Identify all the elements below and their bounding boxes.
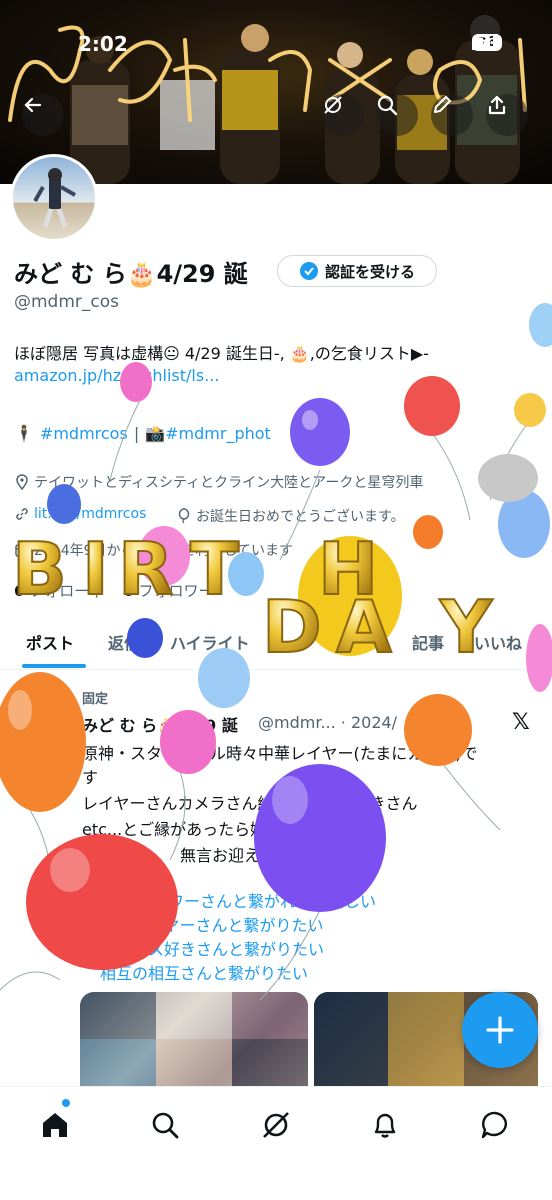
tab-replies[interactable]: 返信 <box>108 630 140 654</box>
follow-counts[interactable]: 6 フォロー中 6 フォロワー <box>14 580 214 601</box>
tab-posts[interactable]: ポスト <box>26 630 74 654</box>
tweet-text-line: 無言お迎えすみません <box>180 846 340 865</box>
balloon-icon <box>178 508 190 524</box>
joined-text: 2014年9月からTwitterを利用しています <box>34 543 294 559</box>
share-button[interactable] <box>486 94 528 136</box>
status-indicators: 76 <box>471 34 502 51</box>
birthday-text: お誕生日おめでとうございます。 <box>196 509 405 525</box>
active-tab-indicator <box>22 664 86 668</box>
tweet-hashtag-line[interactable]: フォロワーさんと繋がれたら嬉しい <box>120 888 376 912</box>
bell-icon <box>374 1113 396 1138</box>
tweet-text-line: etc...とご縁があったら嬉しいです✨ <box>82 820 350 839</box>
followers-count: 6 <box>123 582 134 600</box>
tab-articles[interactable]: 記事 <box>412 630 444 654</box>
home-notification-dot <box>62 1099 70 1107</box>
balloon <box>290 398 350 466</box>
nav-notifications[interactable] <box>365 1105 405 1145</box>
location-text: テイワットとディスシティとクライン大陸とアークと星穹列車 <box>34 475 424 491</box>
profile-tabs: ポスト 返信 ハイライト 記事 いいね <box>0 618 552 670</box>
foil-letter-h: H <box>318 527 378 611</box>
share-icon <box>488 95 506 115</box>
tweet-handle-date: @mdmr... · 2024/ <box>258 713 398 732</box>
grok-icon <box>263 1112 289 1138</box>
hashtag-link[interactable]: #mdmrcos <box>40 424 128 443</box>
back-arrow-icon <box>24 97 42 113</box>
media-collage <box>80 992 308 1086</box>
verified-badge-icon <box>299 262 318 280</box>
bio-text: ほぼ隠居 写真は虚構😐 4/29 誕生日-, 🎂,の乞食リスト▶- <box>14 344 429 363</box>
status-time: 2:02 <box>78 32 128 56</box>
wifi-icon <box>472 34 492 50</box>
compose-post-button[interactable] <box>462 992 538 1068</box>
tweet-text-line: す <box>82 768 99 787</box>
tweet-hashtag-line[interactable]: 相互の相互さんと繋がりたい <box>100 960 308 984</box>
bio-wishlist-link[interactable]: amazon.jp/hz/wishlist/ls... <box>14 366 219 385</box>
back-button[interactable] <box>22 94 64 136</box>
following-label: フォロー中 <box>29 582 105 600</box>
tweet-author-name[interactable]: みど む ら🎂4/29 誕 <box>82 712 238 736</box>
banner-photo <box>8 15 527 184</box>
bottom-navigation <box>0 1086 552 1200</box>
home-icon <box>43 1113 67 1137</box>
profile-banner[interactable]: 2:02 76 <box>0 0 552 184</box>
grok-button[interactable] <box>322 94 364 136</box>
profile-joined: 2014年9月からTwitterを利用しています <box>14 540 293 560</box>
tweet-text-line: レイヤーさんカメラさん絵描きさん字書きさん <box>82 794 418 813</box>
nav-messages[interactable] <box>475 1105 515 1145</box>
person-icon: 🕴 <box>14 424 34 443</box>
followers-label: フォロワー <box>138 582 214 600</box>
tag-separator: | <box>133 424 140 443</box>
link-icon <box>16 508 28 520</box>
pencil-icon <box>434 96 451 113</box>
search-button[interactable] <box>376 94 418 136</box>
get-verified-label: 認証を受ける <box>324 262 415 281</box>
profile-avatar[interactable] <box>10 154 98 242</box>
tweet-avatar[interactable] <box>14 688 68 742</box>
profile-birthday: お誕生日おめでとうございます。 <box>176 506 405 526</box>
following-count: 6 <box>14 582 25 600</box>
profile-name: みど む ら🎂4/29 誕 <box>14 260 248 288</box>
profile-location: テイワットとディスシティとクライン大陸とアークと星穹列車 <box>14 472 423 492</box>
bio-tags: 🕴 #mdmrcos | 📸#mdmr_phot <box>14 424 271 443</box>
calendar-icon <box>15 544 29 557</box>
nav-home[interactable] <box>35 1105 75 1145</box>
tweet-hashtag-line[interactable]: 中華コス好きさんと繋がりたい <box>100 936 324 960</box>
profile-handle: @mdmr_cos <box>14 292 120 312</box>
edit-button[interactable] <box>431 94 473 136</box>
avatar-photo <box>33 168 76 228</box>
search-icon <box>377 95 398 116</box>
plus-icon <box>486 1016 514 1044</box>
tweet-text-line: 原神・スターレイル時々中華レイヤー(たまにカメラ)で <box>82 744 478 763</box>
search-icon <box>152 1112 179 1139</box>
get-verified-button[interactable]: 認証を受ける <box>277 255 437 287</box>
nav-search[interactable] <box>145 1105 185 1145</box>
profile-link[interactable]: lit.link/mdmrcos <box>14 506 146 522</box>
tweet-media-image[interactable] <box>80 992 308 1086</box>
tweet-hashtag-line[interactable]: 原神レイヤーさんと繋がりたい <box>100 912 324 936</box>
message-icon <box>481 1111 507 1139</box>
link-text[interactable]: lit.link/mdmrcos <box>34 506 146 522</box>
grok-icon <box>324 96 342 114</box>
pinned-label: 固定 <box>82 692 109 707</box>
x-logo-icon: 𝕏 <box>512 710 530 735</box>
location-pin-icon <box>16 474 28 490</box>
tab-highlights[interactable]: ハイライト <box>170 630 250 654</box>
hashtag-link[interactable]: 📸#mdmr_phot <box>145 424 271 443</box>
tab-likes[interactable]: いいね <box>474 630 522 654</box>
nav-grok[interactable] <box>256 1105 296 1145</box>
